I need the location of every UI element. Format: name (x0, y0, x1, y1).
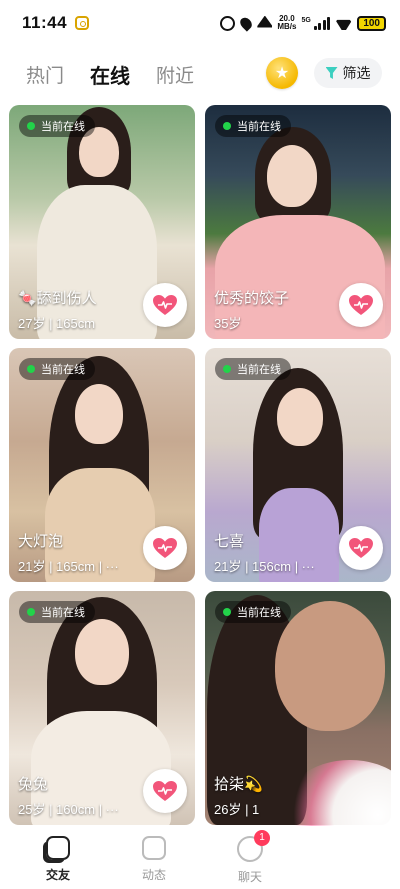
online-dot-icon (27, 365, 35, 373)
online-badge-label: 当前在线 (41, 364, 85, 376)
filter-label: 筛选 (342, 65, 371, 81)
user-name: 兔兔 (18, 776, 49, 793)
like-button[interactable] (143, 769, 187, 813)
nav-item-moments[interactable]: 动态 (106, 826, 202, 889)
bottom-nav: 交友 动态 1 聊天 (0, 826, 400, 889)
moments-icon (142, 836, 166, 860)
heart-icon (152, 537, 178, 559)
online-badge-label: 当前在线 (41, 607, 85, 619)
tab-nearby[interactable]: 附近 (156, 61, 194, 88)
user-name: 优秀的饺子 (214, 290, 290, 307)
battery-indicator: 100 (357, 15, 386, 31)
star-icon: ★ (274, 65, 290, 82)
like-button[interactable] (339, 283, 383, 327)
wifi-icon (335, 17, 352, 30)
app-notification-icon (75, 16, 90, 30)
nav-item-friends[interactable]: 交友 (10, 826, 106, 889)
nav-label: 交友 (45, 868, 70, 882)
online-badge-label: 当前在线 (237, 607, 281, 619)
online-badge: 当前在线 (19, 358, 95, 380)
online-dot-icon (223, 365, 231, 373)
heart-icon (152, 294, 178, 316)
online-badge: 当前在线 (215, 358, 291, 380)
top-tabs: 热门 在线 附近 ★ 筛选 (0, 52, 400, 96)
online-badge: 当前在线 (215, 115, 291, 137)
notification-bell-icon (257, 15, 273, 28)
filter-icon (325, 67, 338, 79)
user-card[interactable]: 当前在线 兔兔 25岁 | 160cm | ··· (9, 591, 195, 825)
online-badge: 当前在线 (215, 601, 291, 623)
status-icons: 20.0 MB/s 5G 100 (220, 14, 386, 32)
filter-button[interactable]: 筛选 (314, 58, 382, 88)
cards-icon (46, 836, 70, 860)
user-info: 21岁 | 165cm | ··· (18, 559, 119, 574)
network-speed-unit: MB/s (277, 22, 297, 31)
signal-icon (313, 16, 331, 30)
nav-label: 动态 (141, 868, 166, 882)
like-button[interactable] (143, 283, 187, 327)
heart-icon (152, 780, 178, 802)
user-info: 21岁 | 156cm | ··· (214, 559, 315, 574)
location-icon (238, 14, 255, 32)
user-card[interactable]: 当前在线 大灯泡 21岁 | 165cm | ··· (9, 348, 195, 582)
like-button[interactable] (143, 526, 187, 570)
heart-icon (348, 537, 374, 559)
online-badge-label: 当前在线 (237, 121, 281, 133)
tab-hot[interactable]: 热门 (26, 61, 64, 88)
user-info: 25岁 | 160cm | ··· (18, 802, 119, 817)
online-badge: 当前在线 (19, 115, 95, 137)
user-name: 拾柒💫 (214, 776, 263, 793)
alarm-icon (220, 15, 236, 31)
user-card[interactable]: 当前在线 七喜 21岁 | 156cm | ··· (205, 348, 391, 582)
status-bar: 11:44 20.0 MB/s 5G 100 (0, 0, 400, 46)
online-badge-label: 当前在线 (237, 364, 281, 376)
online-dot-icon (223, 122, 231, 130)
online-dot-icon (27, 608, 35, 616)
coin-button[interactable]: ★ (266, 57, 298, 89)
nav-label: 聊天 (237, 870, 262, 884)
user-card[interactable]: 当前在线 拾柒💫 26岁 | 1 (205, 591, 391, 825)
tab-online[interactable]: 在线 (90, 60, 130, 89)
user-info: 27岁 | 165cm (18, 316, 96, 331)
online-badge: 当前在线 (19, 601, 95, 623)
user-info: 26岁 | 1 (214, 802, 260, 817)
heart-icon (348, 294, 374, 316)
user-name: 七喜 (214, 533, 245, 550)
user-card[interactable]: 当前在线 优秀的饺子 35岁 (205, 105, 391, 339)
user-card[interactable]: 当前在线 🍬舔到伤人 27岁 | 165cm (9, 105, 195, 339)
unread-badge: 1 (254, 830, 270, 846)
status-time: 11:44 (22, 13, 68, 32)
network-type: 5G (301, 17, 311, 24)
online-badge-label: 当前在线 (41, 121, 85, 133)
user-name: 🍬舔到伤人 (18, 290, 97, 307)
like-button[interactable] (339, 526, 383, 570)
user-name: 大灯泡 (18, 533, 64, 550)
nav-item-chat[interactable]: 1 聊天 (202, 826, 298, 889)
user-info: 35岁 (214, 316, 242, 331)
online-dot-icon (27, 122, 35, 130)
online-dot-icon (223, 608, 231, 616)
network-speed: 20.0 MB/s (277, 15, 296, 31)
